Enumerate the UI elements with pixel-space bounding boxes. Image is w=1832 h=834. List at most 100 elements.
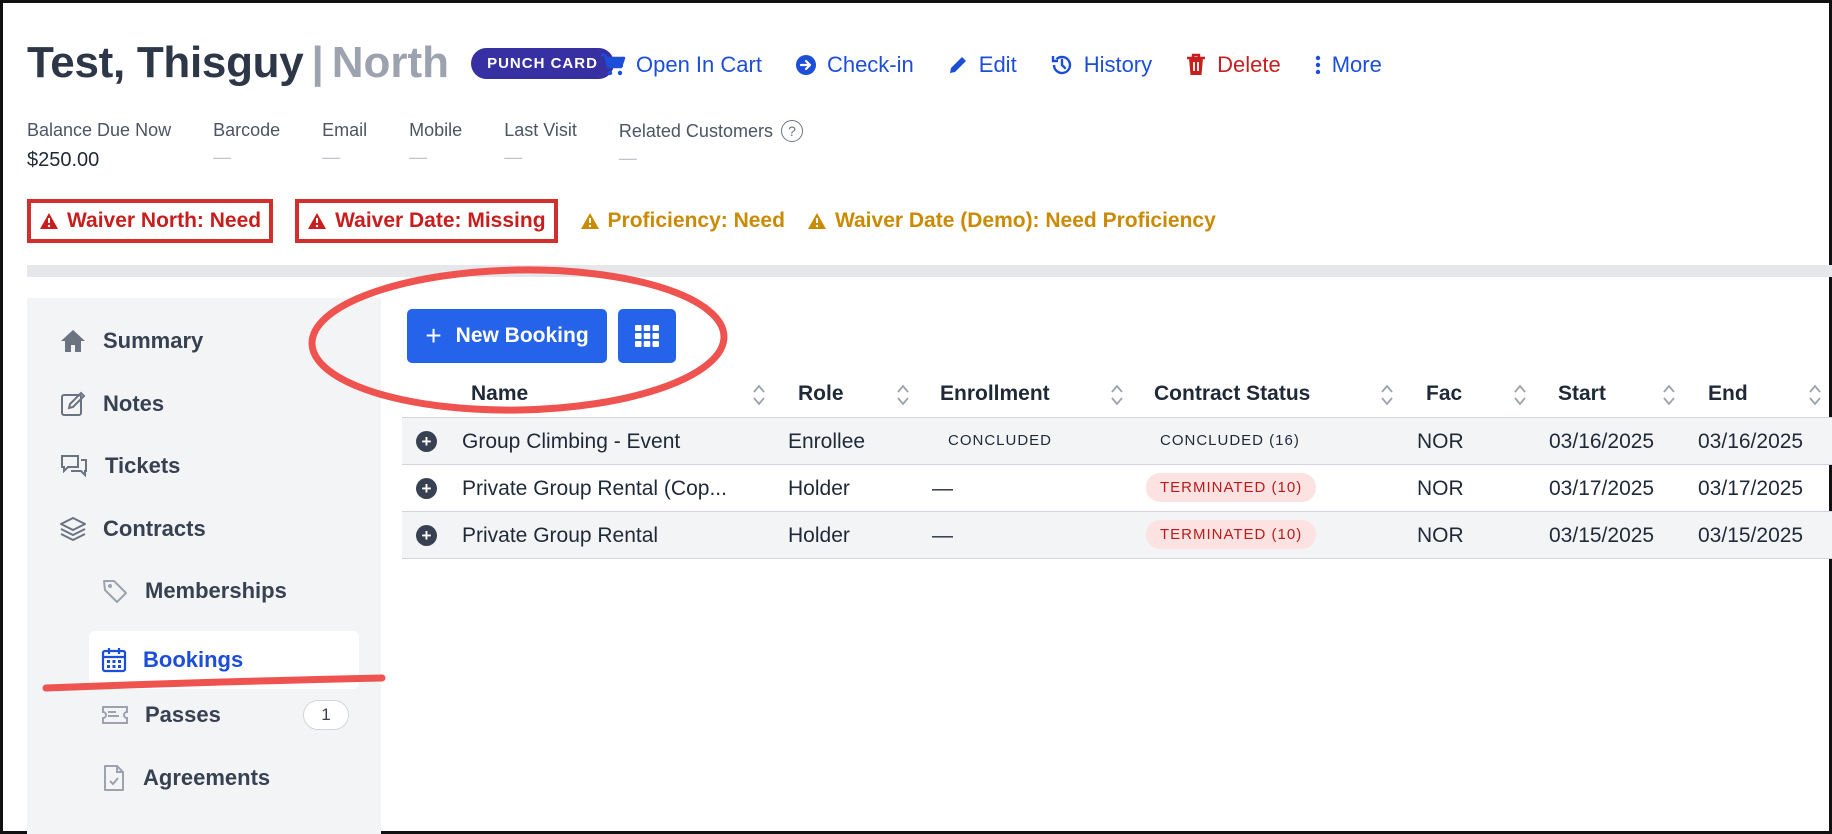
customer-info-row: Balance Due Now $250.00 Barcode — Email … [27,120,845,172]
table-row[interactable]: + Group Climbing - Event Enrollee CONCLU… [402,418,1832,465]
new-booking-button[interactable]: + New Booking [407,309,607,363]
check-in-label: Check-in [826,52,914,77]
column-header-enrollment[interactable]: Enrollment [940,382,1050,406]
alert-proficiency[interactable]: Proficiency: Need [580,209,785,233]
sidebar-item-agreements[interactable]: Agreements [101,764,270,792]
mobile-field: Mobile — [409,120,462,172]
sidebar-item-label: Agreements [143,765,271,790]
alert-text: Waiver Date (Demo): Need Proficiency [834,209,1216,232]
document-icon [104,765,124,791]
barcode-label: Barcode [213,120,281,140]
table-header: Name Role Enrollment Contract Status Fac… [402,372,1832,418]
cell-name: Private Group Rental [462,524,659,547]
sort-icon[interactable] [1808,382,1822,408]
cell-start: 03/15/2025 [1549,524,1655,547]
email-value: — [322,147,341,167]
cart-icon [601,53,626,76]
warning-icon [580,213,599,229]
history-button[interactable]: History [1050,52,1152,78]
column-header-end[interactable]: End [1708,382,1748,406]
customer-name: Test, Thisguy [27,38,304,87]
delete-label: Delete [1217,52,1281,77]
alert-text: Waiver North: Need [67,209,262,232]
sidebar-item-passes[interactable]: Passes 1 [101,700,349,730]
column-header-start[interactable]: Start [1558,382,1606,406]
sort-icon[interactable] [896,382,910,408]
sort-icon[interactable] [1380,382,1394,408]
sidebar-item-label: Passes [145,702,221,727]
sidebar-item-memberships[interactable]: Memberships [101,577,287,605]
cell-role: Enrollee [788,430,866,453]
cell-start: 03/17/2025 [1549,477,1655,500]
history-label: History [1083,52,1153,77]
cell-role: Holder [788,477,850,500]
grid-view-button[interactable] [618,309,676,363]
sort-icon[interactable] [1662,382,1676,408]
cell-enrollment: — [932,477,953,500]
sort-icon[interactable] [1110,382,1124,408]
alert-waiver-date-demo[interactable]: Waiver Date (Demo): Need Proficiency [807,209,1216,233]
column-header-name[interactable]: Name [471,382,528,406]
warning-icon [40,213,58,229]
section-divider [27,265,1832,277]
column-header-contract-status[interactable]: Contract Status [1154,382,1310,406]
bookings-table: Name Role Enrollment Contract Status Fac… [402,372,1832,559]
alerts-row: Waiver North: Need Waiver Date: Missing … [27,199,1238,243]
barcode-field: Barcode — [213,120,280,172]
expand-row-icon[interactable]: + [416,478,437,499]
column-header-fac[interactable]: Fac [1426,382,1462,406]
mobile-label: Mobile [409,120,463,140]
related-customers-value: — [618,148,637,168]
delete-button[interactable]: Delete [1185,52,1281,78]
sidebar-item-label: Tickets [105,453,181,478]
last-visit-field: Last Visit — [504,120,577,172]
email-field: Email — [322,120,367,172]
sidebar-item-summary[interactable]: Summary [59,328,203,354]
sidebar-item-notes[interactable]: Notes [59,390,164,418]
arrow-circle-icon [795,55,816,75]
last-visit-value: — [504,147,523,167]
related-customers-field: Related Customers ? — [619,120,803,172]
more-button[interactable]: More [1314,52,1382,78]
column-header-role[interactable]: Role [798,382,844,406]
home-icon [61,330,85,352]
sort-icon[interactable] [752,382,766,408]
expand-row-icon[interactable]: + [416,525,437,546]
warning-icon [308,213,327,229]
sidebar-item-contracts[interactable]: Contracts [59,515,206,543]
table-row[interactable]: + Private Group Rental Holder — TERMINAT… [402,512,1832,559]
alert-waiver-date[interactable]: Waiver Date: Missing [295,199,558,243]
contract-status-badge: CONCLUDED (16) [1146,426,1314,455]
sidebar-item-tickets[interactable]: Tickets [59,452,180,480]
open-in-cart-button[interactable]: Open In Cart [600,52,762,78]
alert-text: Proficiency: Need [607,209,785,232]
sort-icon[interactable] [1513,382,1527,408]
contract-status-badge: TERMINATED (10) [1146,473,1317,502]
chat-icon [61,455,87,478]
check-in-button[interactable]: Check-in [795,52,914,78]
warning-icon [807,213,826,229]
cell-end: 03/17/2025 [1698,477,1804,500]
cell-start: 03/16/2025 [1549,430,1655,453]
enrollment-badge: CONCLUDED [934,426,1067,455]
sidebar-item-bookings[interactable]: Bookings [89,631,359,689]
barcode-value: — [213,147,232,167]
sidebar-item-label: Contracts [103,516,206,541]
contract-status-badge: TERMINATED (10) [1146,520,1317,549]
related-customers-label-row: Related Customers ? [619,120,803,142]
edit-note-icon [61,391,86,416]
help-icon[interactable]: ? [780,120,803,142]
edit-button[interactable]: Edit [947,52,1017,78]
related-customers-label: Related Customers [618,120,773,141]
table-row[interactable]: + Private Group Rental (Cop... Holder — … [402,465,1832,512]
sidebar: Summary Notes Tickets Contracts Membersh… [27,298,381,834]
customer-header: Test, Thisguy | North PUNCH CARD [27,38,614,88]
alert-waiver-north[interactable]: Waiver North: Need [27,199,274,243]
sidebar-item-label: Memberships [145,578,287,603]
ticket-icon [102,706,128,724]
pencil-icon [949,57,966,73]
mobile-value: — [409,147,428,167]
punch-card-badge: PUNCH CARD [471,47,614,79]
more-label: More [1331,52,1382,77]
expand-row-icon[interactable]: + [416,431,437,452]
